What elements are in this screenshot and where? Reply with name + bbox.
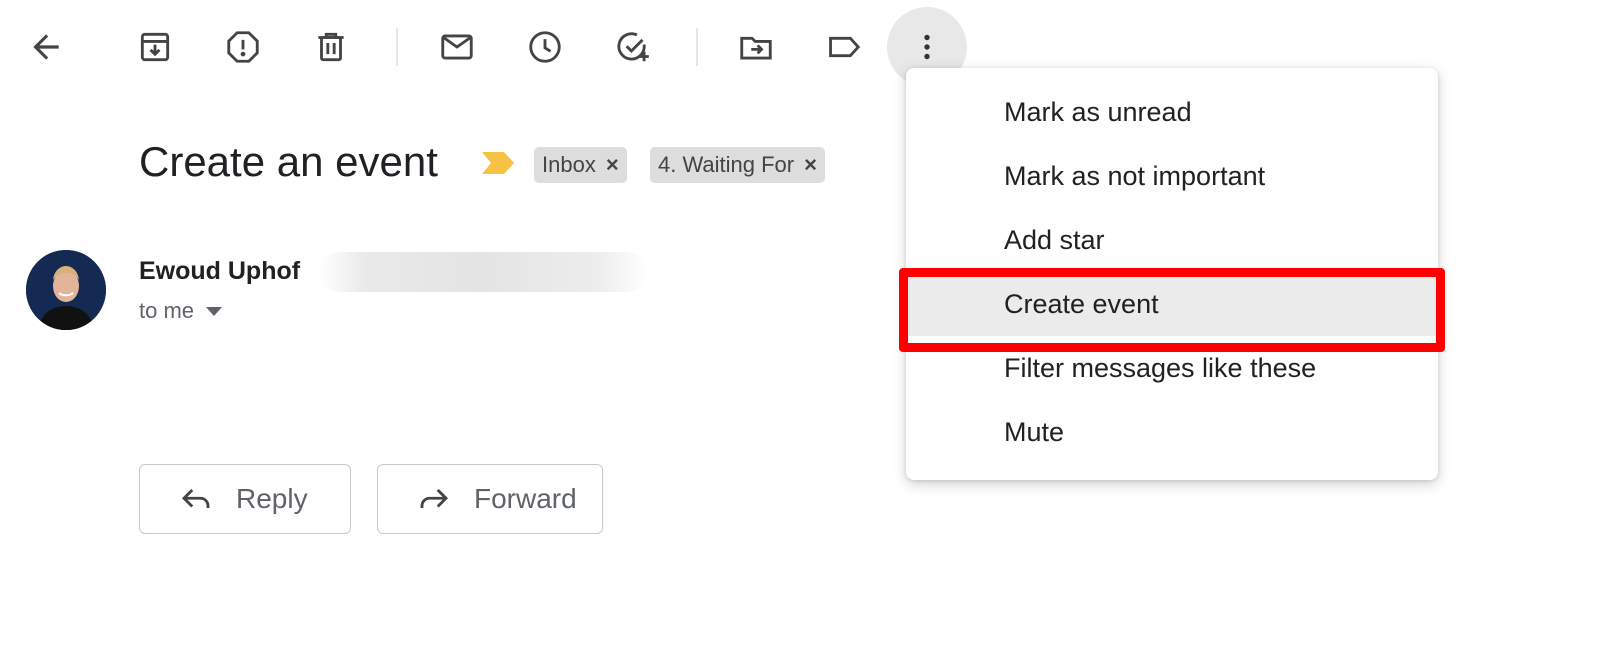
- move-to-button[interactable]: [724, 15, 788, 79]
- report-spam-button[interactable]: [211, 15, 275, 79]
- avatar-image: [26, 250, 106, 330]
- sender-name: Ewoud Uphof: [139, 257, 301, 285]
- add-task-icon: [617, 32, 649, 62]
- label-chip-text: 4. Waiting For: [658, 152, 795, 177]
- snooze-button[interactable]: [513, 15, 577, 79]
- email-subject: Create an event: [139, 138, 438, 185]
- move-to-folder-icon: [740, 36, 772, 60]
- recipient-details[interactable]: to me: [139, 298, 223, 324]
- clock-icon: [529, 31, 561, 63]
- menu-item-mute[interactable]: Mute: [906, 400, 1438, 464]
- arrow-back-icon: [33, 34, 59, 60]
- label-chip-waiting-for: 4. Waiting For ×: [650, 147, 825, 183]
- importance-marker-icon[interactable]: [480, 152, 516, 174]
- menu-item-mark-unread[interactable]: Mark as unread: [906, 80, 1438, 144]
- delete-icon: [318, 32, 344, 62]
- remove-label-icon[interactable]: ×: [606, 152, 619, 178]
- labels-button[interactable]: [812, 15, 876, 79]
- forward-label: Forward: [474, 483, 577, 514]
- forward-button[interactable]: Forward: [377, 464, 603, 534]
- label-chip-inbox: Inbox ×: [534, 147, 627, 183]
- menu-item-mark-not-important[interactable]: Mark as not important: [906, 144, 1438, 208]
- mark-unread-button[interactable]: [425, 15, 489, 79]
- delete-button[interactable]: [299, 15, 363, 79]
- reply-label: Reply: [236, 483, 308, 514]
- remove-label-icon[interactable]: ×: [804, 152, 817, 178]
- mail-icon: [441, 34, 473, 60]
- label-icon: [829, 36, 861, 58]
- add-to-tasks-button[interactable]: [601, 15, 665, 79]
- reply-icon: [181, 488, 210, 508]
- more-vert-icon: [924, 34, 930, 60]
- menu-item-add-star[interactable]: Add star: [906, 208, 1438, 272]
- sender-avatar[interactable]: [26, 250, 106, 330]
- highlight-annotation-box: [899, 268, 1445, 352]
- toolbar-divider: [396, 28, 398, 66]
- archive-icon: [140, 32, 170, 62]
- sender-email-redacted: [318, 252, 648, 292]
- label-chip-text: Inbox: [542, 152, 596, 177]
- toolbar-divider: [696, 28, 698, 66]
- report-spam-icon: [227, 31, 259, 63]
- dropdown-caret-icon: [206, 306, 223, 316]
- forward-icon: [420, 488, 449, 508]
- reply-button[interactable]: Reply: [139, 464, 351, 534]
- back-button[interactable]: [14, 15, 78, 79]
- archive-button[interactable]: [123, 15, 187, 79]
- recipient-text: to me: [139, 298, 195, 323]
